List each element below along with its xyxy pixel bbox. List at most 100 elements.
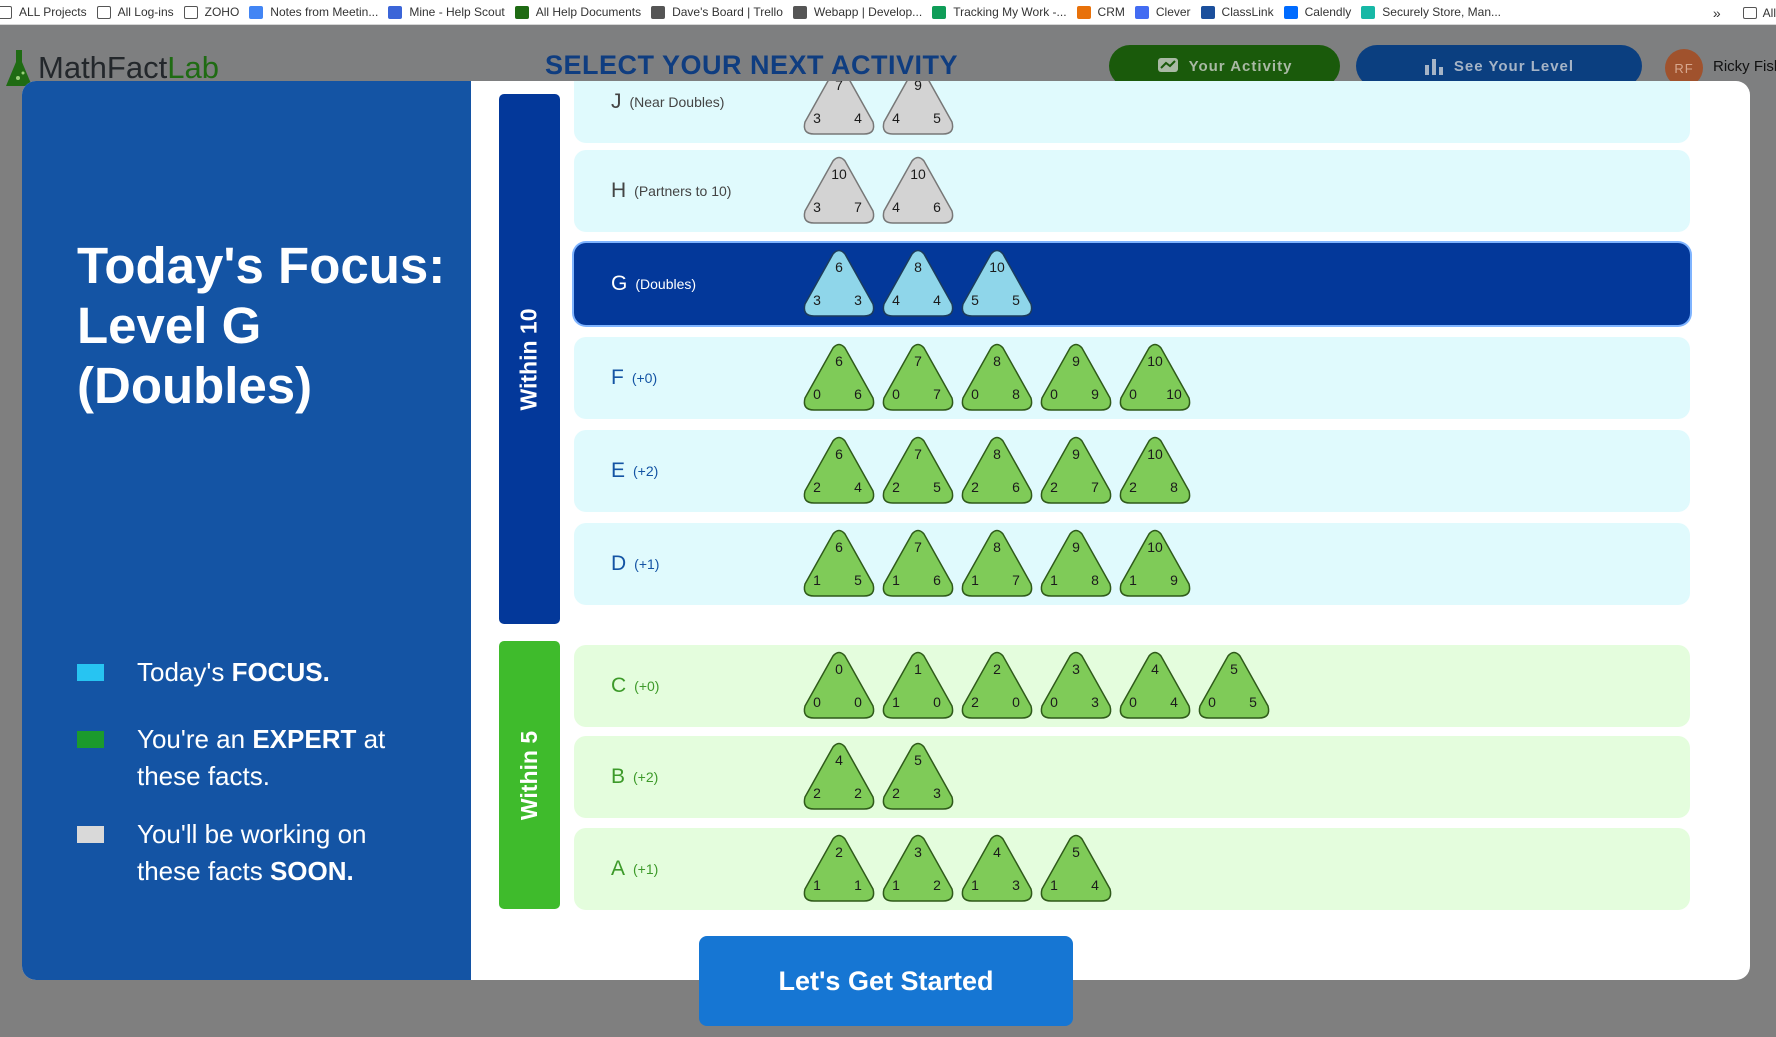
fact-triangle: 10 5 5: [960, 248, 1034, 320]
trello-icon: [651, 5, 666, 19]
bookmark-item[interactable]: All Help Documents: [514, 5, 651, 19]
fact-triangles: 10 3 7 10 4 6: [802, 150, 960, 232]
bookmark-label: Securely Store, Man...: [1382, 5, 1501, 19]
user-name[interactable]: Ricky Fisl: [1713, 58, 1776, 75]
levels-list: Within 10 Within 5 J (Near Doubles) 7 3 4 9 4 5…: [471, 81, 1750, 980]
fact-triangle: 8 2 6: [960, 435, 1034, 507]
legend-text-bold: SOON.: [269, 856, 354, 886]
classlink-icon: [1200, 5, 1215, 19]
fact-number-bl: 3: [813, 110, 821, 126]
fact-number-top: 7: [914, 539, 922, 555]
bookmark-item[interactable]: Dave's Board | Trello: [651, 5, 793, 19]
fact-number-br: 5: [854, 572, 862, 588]
fact-number-top: 8: [993, 539, 1001, 555]
within-5-label: Within 5: [516, 730, 543, 820]
level-description: (Near Doubles): [629, 94, 725, 110]
level-row-e[interactable]: E (+2) 6 2 4 7 2 5 8 2 6 9 2 7 10 2 8: [574, 430, 1690, 512]
level-row-f[interactable]: F (+0) 6 0 6 7 0 7 8 0 8 9 0 9 10 0 10: [574, 337, 1690, 419]
bookmark-label: All Help Documents: [535, 5, 642, 19]
bookmark-item[interactable]: All Log-ins: [96, 5, 184, 19]
fact-number-br: 4: [1091, 877, 1099, 893]
fact-number-top: 10: [1147, 353, 1163, 369]
lets-get-started-button[interactable]: Let's Get Started: [699, 936, 1073, 1026]
fact-number-br: 8: [1170, 479, 1178, 495]
fact-number-top: 0: [835, 661, 843, 677]
fact-triangle: 8 4 4: [881, 248, 955, 320]
fact-number-top: 6: [835, 259, 843, 275]
focus-panel: Today's Focus: Level G (Doubles) Today's…: [22, 81, 471, 980]
fact-number-bl: 0: [1129, 694, 1137, 710]
bookmarks-overflow[interactable]: » All: [1704, 0, 1776, 24]
fact-number-top: 2: [993, 661, 1001, 677]
level-row-b[interactable]: B (+2) 4 2 2 5 2 3: [574, 736, 1690, 818]
other-bookmarks-label: All: [1762, 5, 1776, 20]
fact-number-top: 5: [1230, 661, 1238, 677]
fact-number-bl: 1: [1050, 572, 1058, 588]
bookmark-item[interactable]: ClassLink: [1200, 5, 1284, 19]
helpscout-icon: [388, 5, 403, 19]
level-row-h[interactable]: H (Partners to 10) 10 3 7 10 4 6: [574, 150, 1690, 232]
flask-icon: [514, 5, 529, 19]
level-row-c[interactable]: C (+0) 0 0 0 1 1 0 2 2 0 3 0 3 4 0 4 5 0 5: [574, 645, 1690, 727]
bookmark-item[interactable]: Securely Store, Man...: [1361, 5, 1511, 19]
fact-number-br: 4: [854, 479, 862, 495]
level-letter: F: [611, 366, 624, 389]
fact-triangle: 8 1 7: [960, 528, 1034, 600]
fact-number-br: 7: [1091, 479, 1099, 495]
fact-number-bl: 1: [1129, 572, 1137, 588]
bookmark-label: Mine - Help Scout: [409, 5, 505, 19]
level-label: J (Near Doubles): [611, 81, 724, 143]
bookmark-item[interactable]: Tracking My Work -...: [932, 5, 1076, 19]
fact-number-br: 0: [1012, 694, 1020, 710]
bookmark-item[interactable]: Webapp | Develop...: [792, 5, 932, 19]
fact-number-br: 4: [1170, 694, 1178, 710]
level-row-g[interactable]: G (Doubles) 6 3 3 8 4 4 10 5 5: [574, 243, 1690, 325]
level-description: (+2): [633, 463, 659, 479]
level-row-j[interactable]: J (Near Doubles) 7 3 4 9 4 5: [574, 81, 1690, 143]
fact-number-bl: 3: [813, 199, 821, 215]
fact-triangle: 2 2 0: [960, 650, 1034, 722]
fact-number-top: 10: [989, 259, 1005, 275]
fact-number-br: 0: [854, 694, 862, 710]
fact-number-bl: 2: [971, 694, 979, 710]
bookmark-item[interactable]: ALL Projects: [0, 5, 97, 19]
clever-icon: [1134, 5, 1149, 19]
level-label: A (+1): [611, 828, 658, 910]
level-row-a[interactable]: A (+1) 2 1 1 3 1 2 4 1 3 5 1 4: [574, 828, 1690, 910]
bookmark-item[interactable]: ZOHO: [183, 5, 250, 19]
fact-number-top: 10: [1147, 539, 1163, 555]
fact-number-bl: 0: [1129, 386, 1137, 402]
bookmark-item[interactable]: Notes from Meetin...: [249, 5, 388, 19]
fact-triangle: 9 1 8: [1039, 528, 1113, 600]
fact-number-br: 5: [933, 110, 941, 126]
fact-number-bl: 1: [892, 694, 900, 710]
fact-triangles: 2 1 1 3 1 2 4 1 3 5 1 4: [802, 828, 1118, 910]
fact-triangle: 5 0 5: [1197, 650, 1271, 722]
legend-item: Today's FOCUS.: [77, 654, 387, 691]
fact-number-br: 10: [1166, 386, 1182, 402]
fact-triangle: 9 0 9: [1039, 342, 1113, 414]
level-row-d[interactable]: D (+1) 6 1 5 7 1 6 8 1 7 9 1 8 10 1 9: [574, 523, 1690, 605]
fact-number-top: 3: [1072, 661, 1080, 677]
bookmark-item[interactable]: Mine - Help Scout: [388, 5, 514, 19]
fact-triangle: 5 1 4: [1039, 833, 1113, 905]
fact-triangle: 10 4 6: [881, 155, 955, 227]
more-bookmarks-chevron-icon[interactable]: »: [1713, 5, 1721, 21]
bookmark-label: Webapp | Develop...: [813, 5, 923, 19]
fact-triangle: 10 0 10: [1118, 342, 1192, 414]
fact-number-bl: 0: [971, 386, 979, 402]
level-description: (+1): [633, 861, 659, 877]
bookmark-item[interactable]: Calendly: [1283, 5, 1362, 19]
bookmark-item[interactable]: Clever: [1134, 5, 1201, 19]
fact-number-bl: 0: [892, 386, 900, 402]
level-label: G (Doubles): [611, 243, 696, 325]
level-label: B (+2): [611, 736, 658, 818]
legend-text-bold: FOCUS.: [231, 657, 330, 687]
legend-text: You're an EXPERT at these facts.: [137, 721, 387, 795]
bookmark-item[interactable]: CRM: [1076, 5, 1135, 19]
fact-triangle: 6 0 6: [802, 342, 876, 414]
fact-number-br: 3: [1091, 694, 1099, 710]
fact-number-bl: 0: [1050, 386, 1058, 402]
fact-triangle: 2 1 1: [802, 833, 876, 905]
folder-icon: [183, 5, 198, 19]
